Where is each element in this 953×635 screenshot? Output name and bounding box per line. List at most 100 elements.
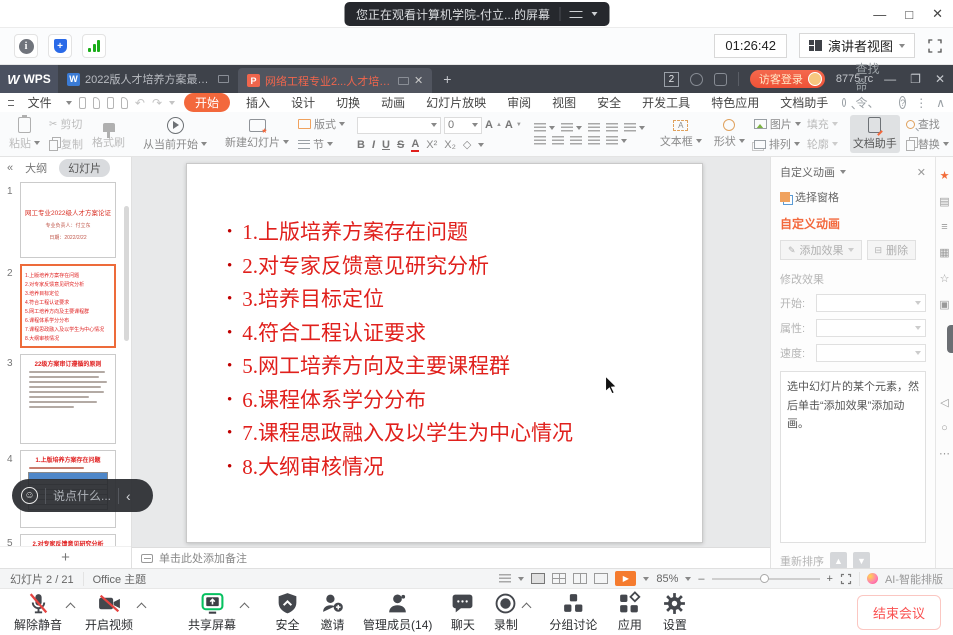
menu-tab-review[interactable]: 审阅 (500, 94, 538, 111)
align-right-button[interactable] (570, 136, 582, 145)
end-meeting-button[interactable]: 结束会议 (857, 595, 941, 630)
settings-pane-icon[interactable]: ≡ (941, 221, 947, 233)
unmute-button[interactable]: 解除静音 (12, 591, 64, 633)
menu-tab-design[interactable]: 设计 (284, 94, 322, 111)
properties-pane-icon[interactable]: ▤ (939, 195, 949, 208)
bold-button[interactable]: B (357, 139, 365, 151)
share-screen-button[interactable]: 共享屏幕 (186, 591, 238, 633)
menu-tab-animation[interactable]: 动画 (374, 94, 412, 111)
animation-pane-icon[interactable]: ★ (940, 169, 950, 182)
zoom-level[interactable]: 85% (656, 573, 678, 585)
collapse-chat-icon[interactable]: ‹ (126, 488, 131, 504)
theme-name[interactable]: Office 主题 (93, 571, 147, 587)
undo-icon[interactable]: ↶ (135, 96, 145, 110)
meeting-chat-pill[interactable]: ☺ 说点什么... ‹ (12, 479, 153, 512)
bullets-button[interactable] (534, 123, 555, 132)
network-status-button[interactable] (82, 34, 106, 58)
guest-login-button[interactable]: 访客登录 (750, 70, 825, 88)
slide-editor[interactable]: •1.上版培养方案存在问题 •2.对专家反馈意见研究分析 •3.培养目标定位 •… (186, 163, 703, 543)
superscript-button[interactable]: X² (426, 139, 437, 151)
share-options-chevron[interactable] (240, 602, 250, 612)
chevron-down-icon[interactable] (840, 170, 846, 174)
maximize-button[interactable]: □ (905, 7, 913, 22)
paste-button[interactable]: 粘贴 (6, 115, 43, 153)
doc-assistant-button[interactable]: 文档助手 (850, 115, 900, 153)
decrease-indent-button[interactable] (588, 123, 600, 132)
document-tab-writer[interactable]: W 2022版人才培养方案最终版 (58, 65, 238, 93)
menu-tab-insert[interactable]: 插入 (239, 94, 277, 111)
picture-button[interactable]: 图片 (754, 116, 801, 132)
chevron-down-icon[interactable] (169, 101, 175, 105)
text-box-button[interactable]: A 文本框 (657, 115, 705, 153)
chat-button[interactable]: 聊天 (448, 591, 477, 633)
add-effect-button[interactable]: ✎添加效果 (780, 240, 862, 260)
menu-tab-devtools[interactable]: 开发工具 (635, 94, 697, 111)
menu-tab-slideshow[interactable]: 幻灯片放映 (419, 94, 493, 111)
shapes-button[interactable]: 形状 (711, 115, 748, 153)
strip-collapse-handle[interactable] (947, 325, 953, 353)
start-select[interactable] (816, 294, 926, 312)
history-icon[interactable]: ○ (941, 422, 948, 434)
normal-view-icon[interactable] (531, 573, 545, 584)
font-color-button[interactable]: A (411, 138, 419, 152)
move-up-button[interactable]: ▲ (830, 552, 847, 569)
slide-thumbnail-3[interactable]: 22级方案审订遵循的原则 (20, 354, 116, 444)
reading-view-icon[interactable] (573, 573, 587, 584)
fill-button[interactable]: 填充 (807, 116, 838, 132)
increase-font-button[interactable]: A▲ (485, 119, 502, 131)
slide-thumbnail-2-selected[interactable]: 1.上版培养方案存在问题 2.对专家反馈意见研究分析 3.培养目标定位 4.符合… (20, 264, 116, 348)
banner-menu-icon[interactable] (569, 11, 582, 18)
text-direction-button[interactable] (606, 136, 627, 145)
format-painter-button[interactable]: 格式刷 (89, 115, 128, 153)
save-icon[interactable] (79, 97, 86, 109)
start-video-button[interactable]: 开启视频 (83, 591, 135, 633)
favorites-pane-icon[interactable]: ☆ (940, 272, 950, 285)
menu-tab-view[interactable]: 视图 (545, 94, 583, 111)
ai-layout-button[interactable]: AI-智能排版 (885, 571, 943, 587)
close-tab-icon[interactable]: ✕ (414, 74, 423, 87)
manage-members-button[interactable]: 管理成员(14) (361, 591, 434, 633)
menu-tab-security[interactable]: 安全 (590, 94, 628, 111)
emoji-icon[interactable]: ☺ (21, 487, 38, 504)
italic-button[interactable]: I (372, 139, 375, 151)
fullscreen-icon[interactable] (927, 38, 943, 54)
output-icon[interactable] (93, 97, 100, 109)
menu-tab-apps[interactable]: 特色应用 (704, 94, 766, 111)
justify-button[interactable] (588, 136, 600, 145)
zoom-slider-knob[interactable] (760, 574, 769, 583)
close-panel-icon[interactable]: ✕ (917, 166, 926, 179)
collapse-panel-icon[interactable]: « (7, 162, 13, 174)
zoom-out-button[interactable]: – (698, 573, 704, 585)
increase-indent-button[interactable] (606, 123, 618, 132)
new-slide-button[interactable]: 新建幻灯片 (222, 115, 292, 153)
tab-outline[interactable]: 大纲 (25, 160, 47, 176)
chat-input-placeholder[interactable]: 说点什么... (53, 487, 111, 504)
line-spacing-button[interactable] (624, 123, 645, 132)
wps-logo[interactable]: W WPS (0, 65, 58, 93)
add-slide-button[interactable]: + (0, 546, 131, 568)
menu-tab-transition[interactable]: 切换 (329, 94, 367, 111)
notes-toggle-icon[interactable] (499, 574, 511, 583)
underline-button[interactable]: U (382, 139, 390, 151)
selection-pane-link[interactable]: 选择窗格 (795, 189, 839, 205)
media-pane-icon[interactable]: ▦ (939, 246, 949, 259)
arrange-button[interactable]: 排列 (754, 136, 801, 152)
collapse-ribbon-icon[interactable]: ∧ (936, 96, 945, 110)
clear-format-button[interactable]: ◇ (463, 138, 471, 151)
replace-button[interactable]: 替换 (906, 136, 949, 152)
apps-button[interactable]: 应用 (615, 591, 644, 633)
section-button[interactable]: 节 (298, 136, 345, 152)
sync-icon[interactable] (690, 73, 703, 86)
print-icon[interactable] (107, 97, 114, 109)
outline-button[interactable]: 轮廓 (807, 136, 838, 152)
menu-tab-assistant[interactable]: 文档助手 (773, 94, 835, 111)
find-button[interactable]: 查找 (906, 116, 949, 132)
play-slideshow-button[interactable]: ▶ (615, 571, 636, 586)
more-tools-icon[interactable]: ⋯ (939, 447, 950, 460)
zoom-in-button[interactable]: + (827, 573, 833, 585)
redo-icon[interactable]: ↷ (152, 96, 162, 110)
mic-options-chevron[interactable] (66, 602, 76, 612)
font-size-combobox[interactable]: 0 (444, 117, 482, 134)
hamburger-icon[interactable] (8, 100, 14, 106)
package-pane-icon[interactable]: ▣ (939, 298, 949, 311)
